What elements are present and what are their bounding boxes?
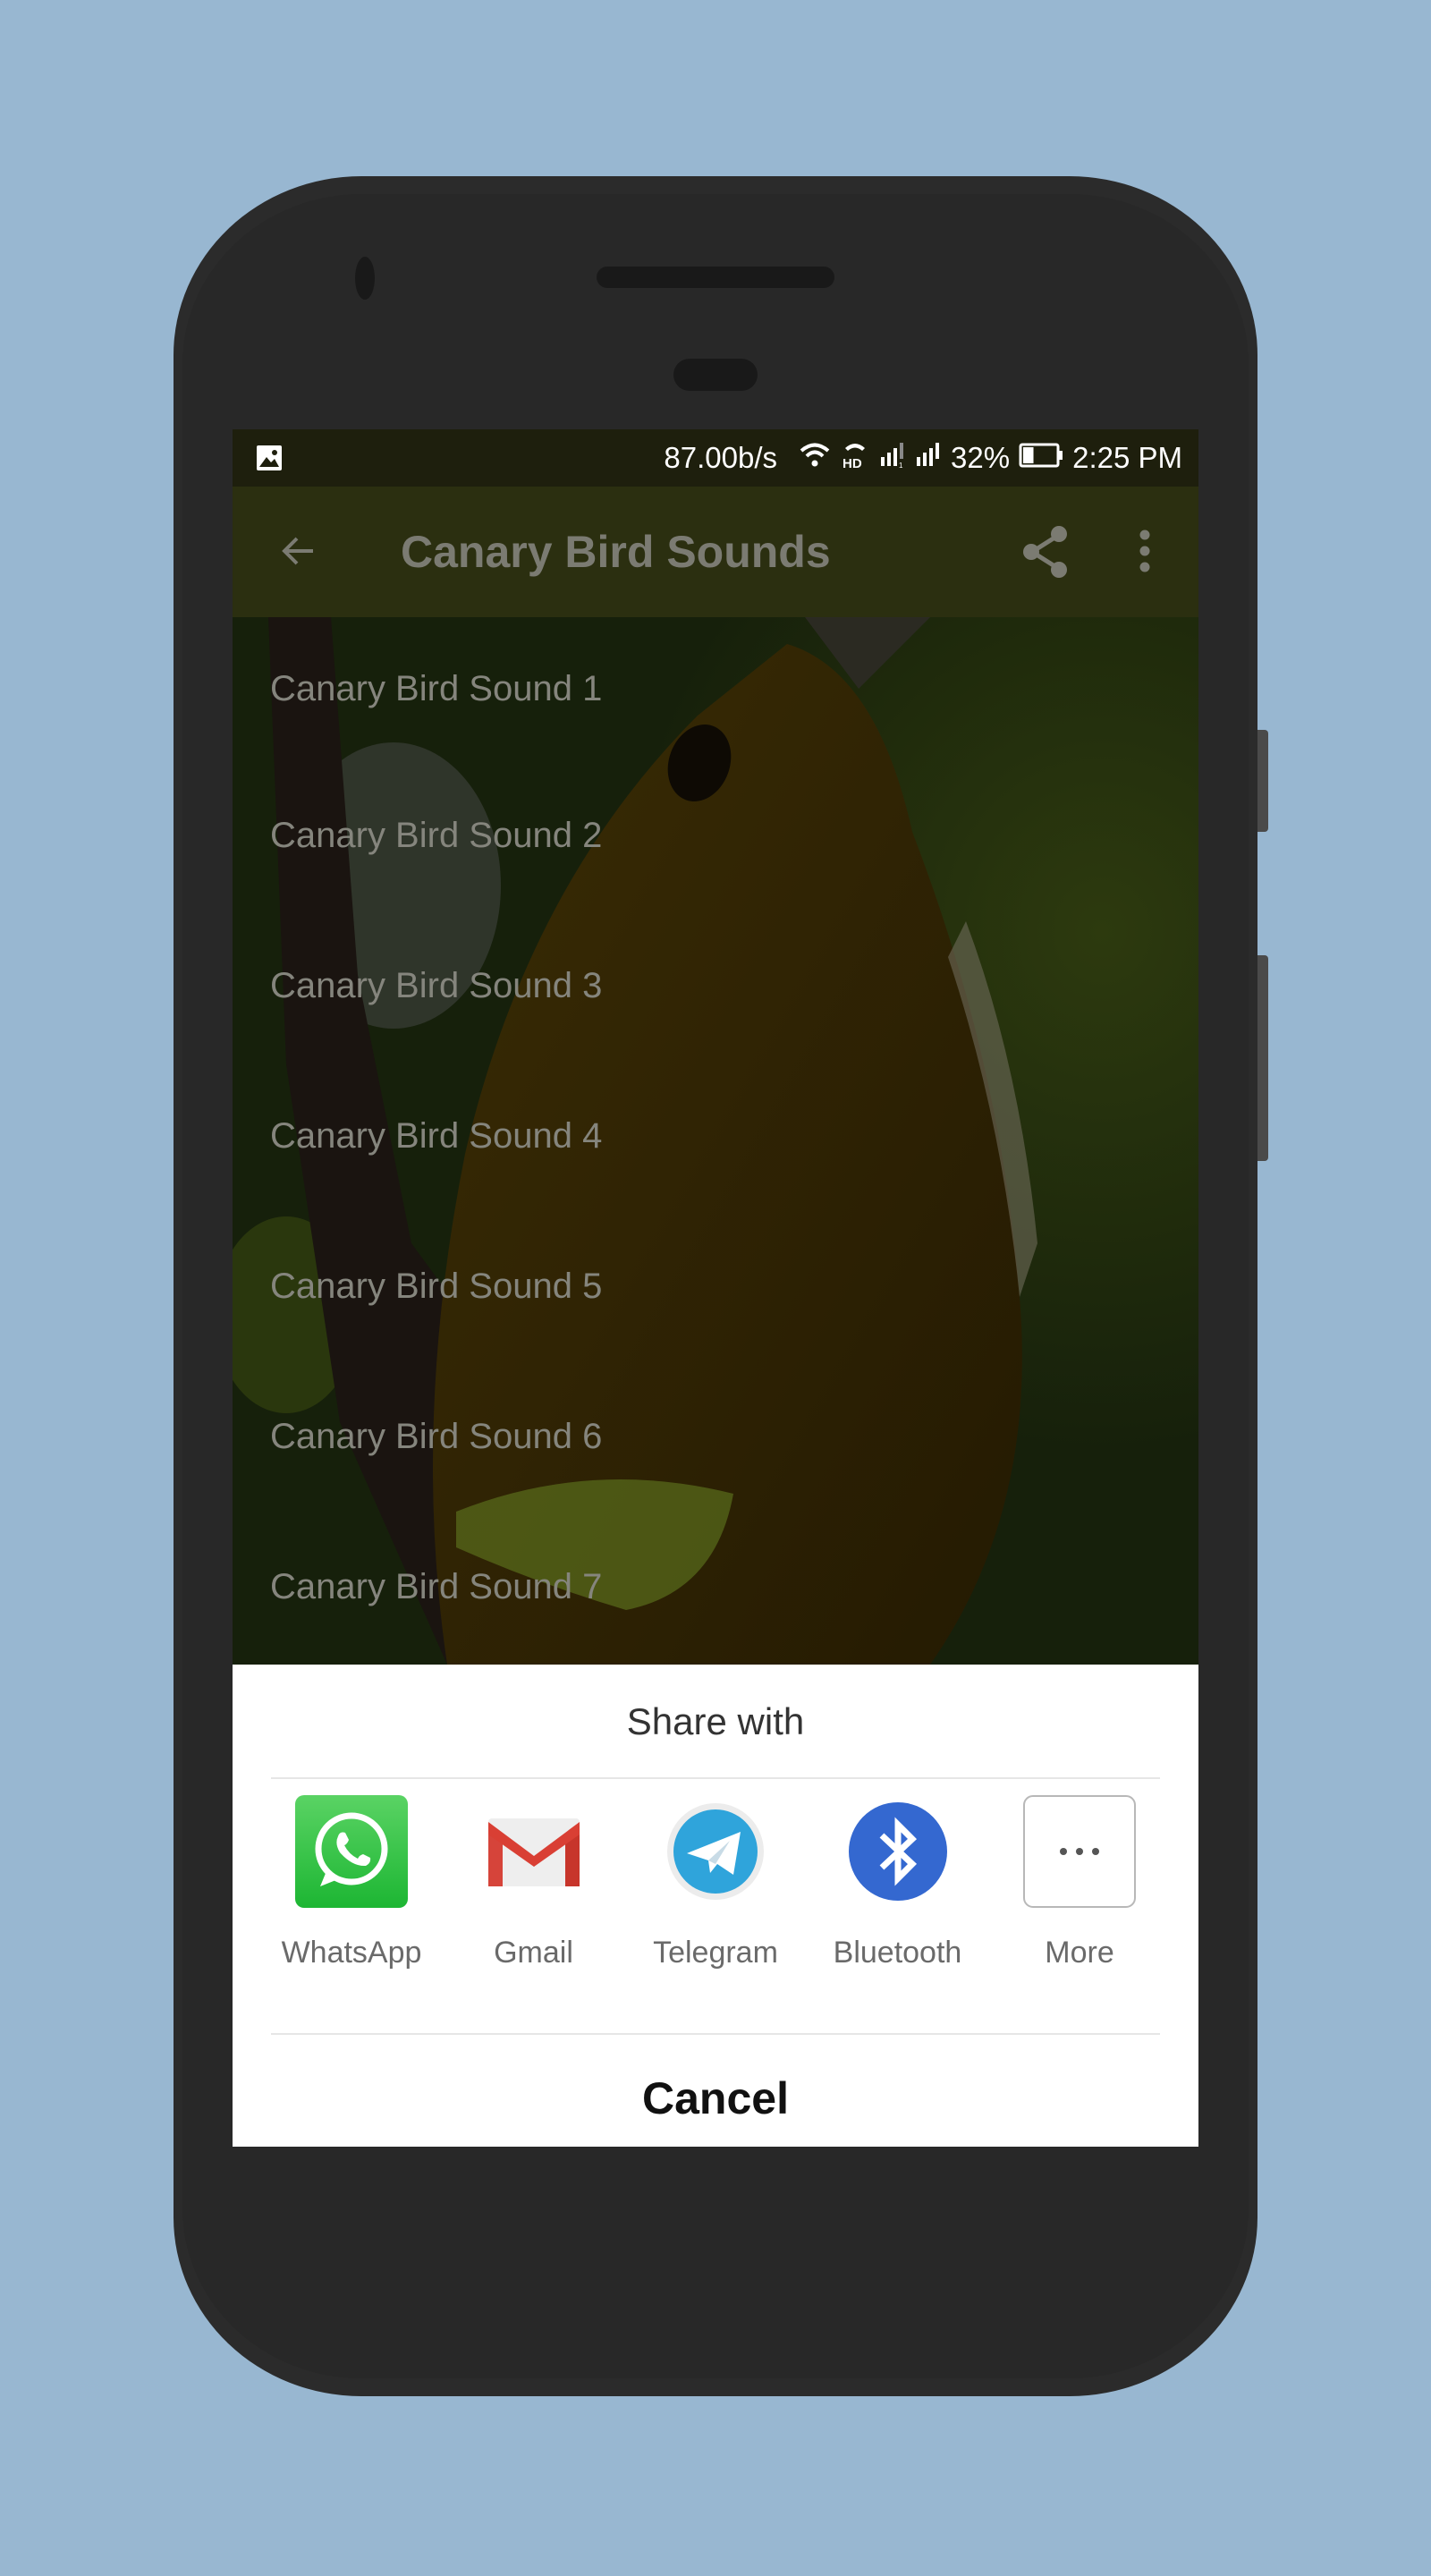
bluetooth-icon [841,1794,955,1909]
battery-fill [1023,447,1034,463]
more-vert-icon[interactable] [1136,530,1154,580]
svg-text:HD: HD [843,456,862,470]
clock: 2:25 PM [1072,441,1182,474]
svg-text:1: 1 [899,462,903,468]
list-item[interactable]: Canary Bird Sound 2 [233,760,1198,911]
list-item[interactable]: Canary Bird Sound 3 [233,911,1198,1061]
list-item[interactable]: Canary Bird Sound 1 [233,617,1198,760]
list-item[interactable]: Canary Bird Sound 5 [233,1211,1198,1361]
app-bar: Canary Bird Sounds [233,487,1198,617]
share-app-label: WhatsApp [281,1936,422,1970]
share-target-telegram[interactable]: Telegram [639,1794,792,1970]
page-title: Canary Bird Sounds [401,527,831,577]
share-icon[interactable] [1020,524,1071,584]
share-app-grid: WhatsApp Gmail Telegram Bluetooth More [233,1794,1198,1970]
list-item-label: Canary Bird Sound 6 [270,1416,603,1456]
signal-sim2-icon: 2 [915,441,942,475]
share-app-label: More [1045,1936,1114,1970]
battery-percent: 32% [951,441,1011,474]
battery-icon [1019,441,1063,475]
list-item-label: Canary Bird Sound 5 [270,1266,603,1306]
list-item[interactable]: Canary Bird Sound 7 [233,1512,1198,1662]
proximity-sensor [673,359,758,391]
share-app-label: Bluetooth [833,1936,962,1970]
divider [271,1777,1160,1779]
telegram-icon [658,1794,773,1909]
share-app-label: Gmail [494,1936,573,1970]
power-button[interactable] [1257,955,1268,1161]
signal-sim1-icon: 1 [879,441,906,475]
list-item-label: Canary Bird Sound 3 [270,965,603,1005]
list-item-label: Canary Bird Sound 7 [270,1566,603,1606]
share-target-whatsapp[interactable]: WhatsApp [275,1794,428,1970]
list-item[interactable]: Canary Bird Sound 6 [233,1361,1198,1512]
share-sheet-title: Share with [626,1700,805,1742]
list-item-label: Canary Bird Sound 2 [270,815,603,855]
image-icon [256,445,283,479]
phone-screen: 87.00b/s HD 1 2 32% 2:25 PM Canary Bird … [233,429,1198,2147]
front-camera [355,257,375,300]
sound-list: Canary Bird Sound 1 Canary Bird Sound 2 … [233,617,1198,1662]
svg-text:2: 2 [935,462,939,468]
status-bar: 87.00b/s HD 1 2 32% 2:25 PM [233,429,1198,487]
share-app-label: Telegram [653,1936,778,1970]
more-horiz-icon [1022,1794,1137,1909]
whatsapp-icon [294,1794,409,1909]
divider [271,2033,1160,2035]
hd-call-icon: HD [840,439,870,477]
share-sheet: Share with WhatsApp Gmail Telegram Bluet… [233,1665,1198,2147]
volume-button[interactable] [1257,730,1268,832]
share-target-gmail[interactable]: Gmail [458,1794,610,1970]
gmail-icon [477,1794,591,1909]
arrow-back-icon[interactable] [275,528,322,579]
sound-list-container: Canary Bird Sound 1 Canary Bird Sound 2 … [233,617,1198,1665]
cancel-button[interactable]: Cancel [233,2049,1198,2147]
list-item[interactable]: Canary Bird Sound 4 [233,1061,1198,1211]
network-speed: 87.00b/s [664,441,778,474]
earpiece-speaker [597,267,834,288]
share-target-more[interactable]: More [1003,1794,1156,1970]
wifi-icon [799,441,831,475]
list-item-label: Canary Bird Sound 1 [270,668,603,708]
list-item-label: Canary Bird Sound 4 [270,1115,603,1156]
share-target-bluetooth[interactable]: Bluetooth [822,1794,974,1970]
